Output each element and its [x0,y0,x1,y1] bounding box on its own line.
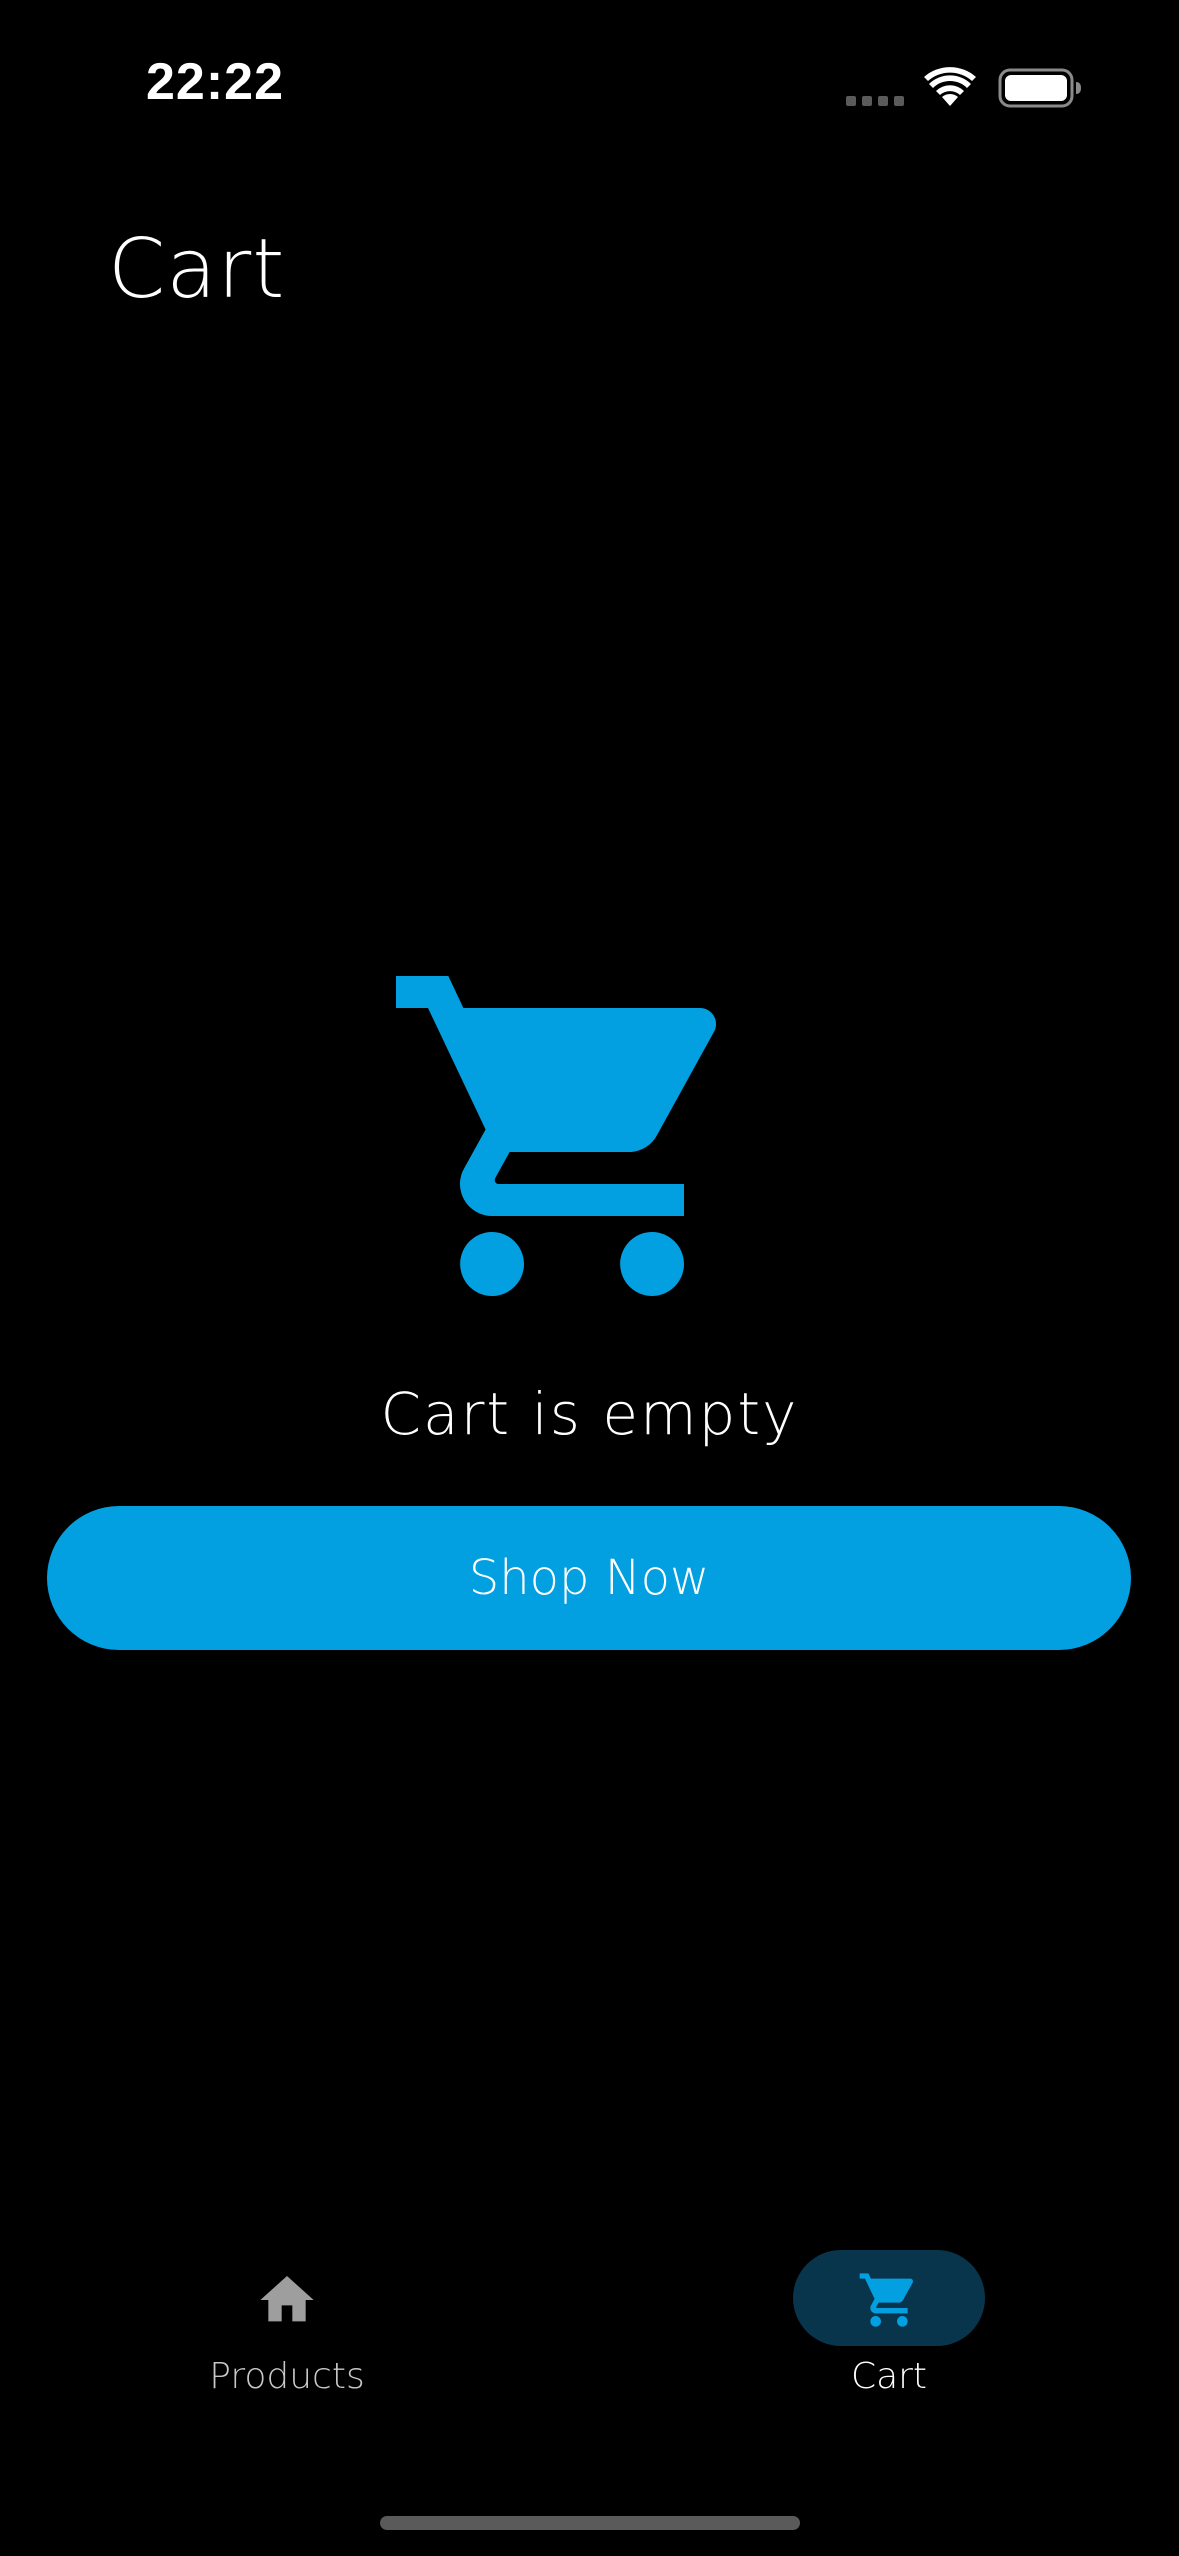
nav-item-products[interactable]: Products [137,2230,437,2410]
status-bar: 22:22 [0,0,1179,180]
shopping-cart-icon [859,2273,914,2327]
home-indicator[interactable] [380,2516,800,2530]
bottom-navigation: Products Cart [0,2230,1179,2430]
page-title: Cart [108,222,286,317]
shop-now-button[interactable]: Shop Now [47,1506,1131,1650]
empty-cart-message: Cart is empty [380,1380,799,1448]
shopping-cart-icon [396,976,717,1296]
home-icon [260,2276,314,2322]
wifi-icon [924,67,976,106]
battery-icon [998,68,1081,108]
nav-label-products: Products [209,2356,365,2397]
nav-item-cart[interactable]: Cart [739,2230,1039,2410]
nav-label-cart: Cart [850,2356,928,2397]
status-time: 22:22 [146,53,284,111]
cellular-signal-icon [846,96,906,106]
